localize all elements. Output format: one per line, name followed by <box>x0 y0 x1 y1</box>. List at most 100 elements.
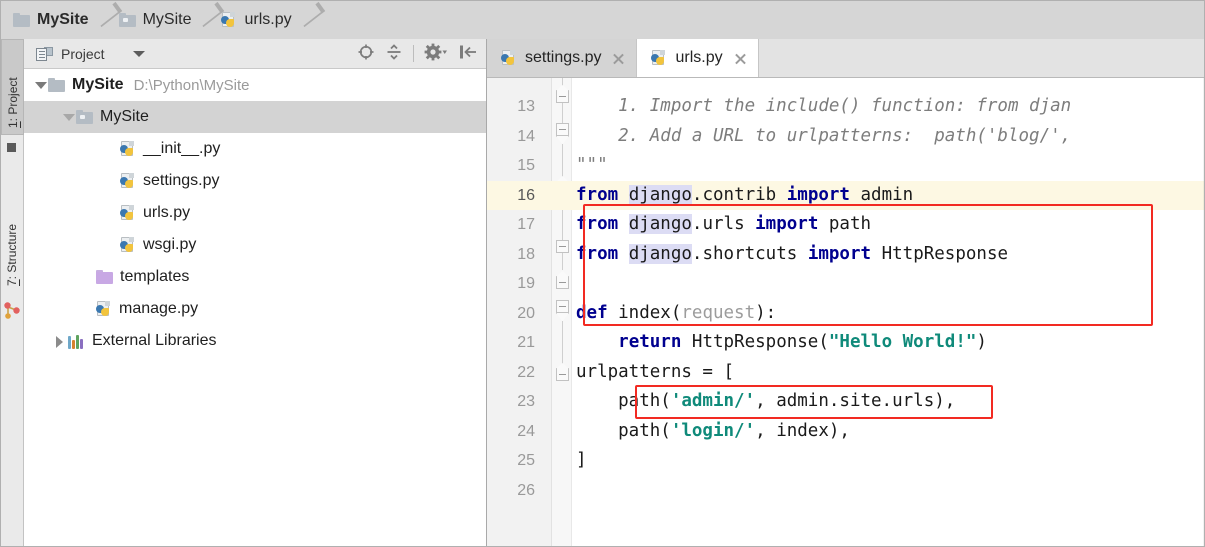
tree-node-path: D:\Python\MySite <box>133 76 250 94</box>
diagram-icon[interactable] <box>4 301 21 321</box>
line-number: 18 <box>517 245 535 263</box>
python-file-icon <box>221 12 237 28</box>
tree-node-label: __init__.py <box>143 140 221 157</box>
code-line-text: path('login/', index), <box>576 420 850 441</box>
breadcrumb-separator-icon <box>303 1 319 39</box>
project-panel-header: Project <box>24 39 486 69</box>
sidebar-tab-structure[interactable]: 7: Structure <box>1 187 24 292</box>
python-file-icon <box>96 301 112 317</box>
code-line-text: ] <box>576 450 587 470</box>
tree-node-urls-py[interactable]: urls.py <box>24 197 486 229</box>
tree-node-external-libraries[interactable]: External Libraries <box>24 325 486 357</box>
project-tree[interactable]: MySite D:\Python\MySite MySite __init__.… <box>24 69 486 546</box>
settings-gear-icon[interactable] <box>424 43 448 64</box>
code-line-text: from django.urls import path <box>576 214 872 234</box>
chevron-down-icon[interactable] <box>132 50 145 57</box>
tree-node-templates[interactable]: templates <box>24 261 486 293</box>
sidebar-tab-structure-sep: : <box>5 272 19 280</box>
tree-node-label: templates <box>120 268 190 285</box>
hide-panel-icon[interactable] <box>458 43 478 64</box>
tree-node-label: settings.py <box>143 172 220 189</box>
code-line-24: 24 path('login/', index), <box>487 417 1204 447</box>
python-file-icon <box>120 141 136 157</box>
sidebar-tab-project-label: Project <box>6 77 20 115</box>
python-file-icon <box>120 173 136 189</box>
tree-node-label: MySite <box>100 108 149 125</box>
breadcrumb-label: MySite <box>142 11 192 28</box>
editor-tab-urls-py[interactable]: urls.py <box>637 39 759 77</box>
close-icon[interactable] <box>611 51 626 66</box>
code-line-18: 18 from django.shortcuts import HttpResp… <box>487 240 1204 270</box>
collapse-all-icon[interactable] <box>385 43 403 64</box>
breadcrumb-item-package[interactable]: MySite <box>118 1 194 39</box>
breadcrumb-item-file[interactable]: urls.py <box>221 1 293 39</box>
tree-node-wsgi-py[interactable]: wsgi.py <box>24 229 486 261</box>
python-file-icon <box>651 50 667 66</box>
project-panel-title: Project <box>61 45 105 62</box>
editor-tab-bar: settings.py urls.py <box>487 39 1204 78</box>
code-editor[interactable]: gexample 13 1. Import the include() func… <box>487 78 1204 546</box>
line-number: 19 <box>517 275 535 292</box>
folder-icon <box>48 78 65 92</box>
chevron-right-icon[interactable] <box>52 325 68 357</box>
code-line-text: urlpatterns = [ <box>576 361 735 382</box>
tool-window-strip: 1: Project 7: Structure <box>1 39 24 546</box>
project-tool-window: Project MySite D:\Python\MySite MySite _… <box>24 39 487 546</box>
locate-target-icon[interactable] <box>357 43 375 64</box>
folder-icon <box>13 13 30 27</box>
library-icon <box>68 334 85 349</box>
breadcrumb-label: urls.py <box>244 11 292 28</box>
editor-tab-label: urls.py <box>675 49 723 66</box>
code-line-text: path('admin/', admin.site.urls), <box>576 391 956 411</box>
sidebar-tab-project[interactable]: 1: Project <box>1 39 24 135</box>
minimize-window-icon[interactable] <box>7 143 16 152</box>
python-file-icon <box>501 50 517 66</box>
breadcrumb: MySite MySite urls.py <box>1 1 1204 39</box>
code-line-15: 15 """ <box>487 151 1204 181</box>
tree-node-mysite-package[interactable]: MySite <box>24 101 486 133</box>
breadcrumb-label: MySite <box>37 11 89 28</box>
code-line-text: from django.contrib import admin <box>576 184 914 205</box>
code-line-21: 21 return HttpResponse("Hello World!") <box>487 328 1204 358</box>
code-line-20: 20 def index(request): <box>487 299 1204 329</box>
line-number: 20 <box>517 304 535 322</box>
folder-purple-icon <box>96 270 113 284</box>
tree-node-label: External Libraries <box>92 332 217 349</box>
tree-node-init-py[interactable]: __init__.py <box>24 133 486 165</box>
tree-node-mysite-root[interactable]: MySite D:\Python\MySite <box>24 69 486 101</box>
code-line-16: 16 from django.contrib import admin <box>487 180 1204 210</box>
code-line-partial: gexample <box>487 78 1204 92</box>
code-line-text: def index(request): <box>576 302 777 323</box>
code-line-14: 14 2. Add a URL to urlpatterns: path('bl… <box>487 122 1204 152</box>
code-line-text: """ <box>576 155 608 175</box>
code-line-text: return HttpResponse("Hello World!") <box>618 332 987 352</box>
editor-tab-settings-py[interactable]: settings.py <box>487 39 638 77</box>
tree-node-manage-py[interactable]: manage.py <box>24 293 486 325</box>
close-icon[interactable] <box>733 51 748 66</box>
code-line-19: 19 <box>487 269 1204 299</box>
breadcrumb-item-project[interactable]: MySite <box>13 1 91 39</box>
editor-area: settings.py urls.py 13 1. Import the inc… <box>487 39 1204 546</box>
chevron-down-icon[interactable] <box>32 69 48 101</box>
tree-node-label: MySite <box>72 76 124 93</box>
editor-tab-label: settings.py <box>525 49 602 66</box>
project-icon <box>36 46 53 62</box>
code-line-23: 23 path('admin/', admin.site.urls), <box>487 387 1204 417</box>
line-number: 14 <box>517 127 535 145</box>
line-number: 15 <box>517 157 535 174</box>
chevron-down-icon[interactable] <box>60 101 76 133</box>
line-number: 23 <box>517 393 535 410</box>
code-line-26: 26 <box>487 476 1204 506</box>
tree-node-label: manage.py <box>119 300 199 317</box>
line-number: 24 <box>517 422 535 440</box>
code-line-text: from django.shortcuts import HttpRespons… <box>576 243 1009 264</box>
toolbar-divider <box>413 45 414 62</box>
line-number: 25 <box>517 452 535 469</box>
sidebar-tab-project-sep: : <box>6 114 20 122</box>
tree-node-settings-py[interactable]: settings.py <box>24 165 486 197</box>
code-line-13: 13 1. Import the include() function: fro… <box>487 92 1204 122</box>
code-line-text: 2. Add a URL to urlpatterns: path('blog/… <box>576 125 1072 146</box>
project-panel-toolbar <box>357 43 486 64</box>
python-file-icon <box>120 237 136 253</box>
breadcrumb-separator-icon <box>100 1 116 39</box>
